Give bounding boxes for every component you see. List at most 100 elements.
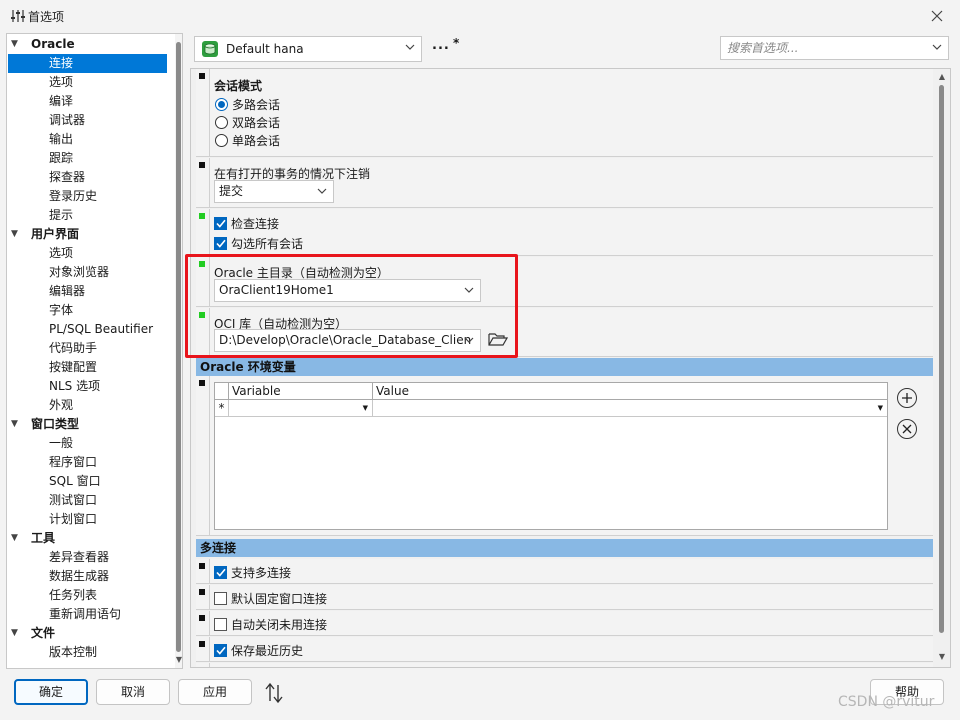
tree-item[interactable]: 编辑器 <box>7 282 175 301</box>
tree-item[interactable]: 重新调用语句 <box>7 605 175 624</box>
tree-item[interactable]: 按键配置 <box>7 358 175 377</box>
tree-item[interactable]: 登录历史 <box>7 187 175 206</box>
search-box[interactable] <box>720 36 949 60</box>
window-title: 首选项 <box>28 10 65 24</box>
tree-item[interactable]: 字体 <box>7 301 175 320</box>
preferences-tree[interactable]: ▼ Oracle 连接 选项 编译 调试器 输出 跟踪 探查器 登录历史 提示 ▼ 用户界面 选项 对象浏览… <box>6 33 183 669</box>
expand-toggle-icon[interactable]: ▼ <box>11 624 23 643</box>
sliders-icon <box>11 10 25 22</box>
apply-button[interactable]: 应用 <box>178 679 252 705</box>
check-option[interactable]: 使用专门实验 <box>214 667 303 668</box>
search-input[interactable] <box>725 39 925 57</box>
multi-connection-header: 多连接 <box>196 539 933 557</box>
tree-item[interactable]: 差异查看器 <box>7 548 175 567</box>
tree-item[interactable]: 输出 <box>7 130 175 149</box>
session-mode-radio[interactable]: 单路会话 <box>215 131 280 149</box>
check-option[interactable]: 保存最近历史 <box>214 641 303 659</box>
ok-button[interactable]: 确定 <box>14 679 88 705</box>
scroll-down-icon[interactable]: ▼ <box>173 654 182 666</box>
tree-scrollbar-thumb[interactable] <box>176 42 181 652</box>
dropdown-arrow-icon[interactable]: ▼ <box>878 400 883 416</box>
tree-item[interactable]: 数据生成器 <box>7 567 175 586</box>
tree-category[interactable]: ▼ 工具 <box>7 529 175 548</box>
tree-item[interactable]: 外观 <box>7 396 175 415</box>
tree-category-label: 窗口类型 <box>31 417 80 431</box>
tree-category-label: 用户界面 <box>31 227 80 241</box>
more-button[interactable]: ... <box>432 38 450 53</box>
tree-category[interactable]: ▼ 文件 <box>7 624 175 643</box>
grid-header-value[interactable]: Value <box>373 383 887 400</box>
settings-scrollbar[interactable]: ▲ ▼ <box>934 69 950 667</box>
env-vars-grid[interactable]: Variable Value * ▼ ▼ <box>214 382 888 530</box>
expand-toggle-icon[interactable]: ▼ <box>11 225 23 244</box>
remove-circle-icon <box>902 424 912 434</box>
tree-item[interactable]: 对象浏览器 <box>7 263 175 282</box>
tree-item[interactable]: NLS 选项 <box>7 377 175 396</box>
check-option[interactable]: 自动关闭未用连接 <box>214 615 327 633</box>
checkbox-icon <box>214 591 227 605</box>
tree-item-label: 对象浏览器 <box>49 265 110 279</box>
tree-item[interactable]: 选项 <box>7 244 175 263</box>
tree-item[interactable]: 探查器 <box>7 168 175 187</box>
logoff-select[interactable]: 提交 <box>214 180 334 203</box>
tree-item-label: 调试器 <box>49 113 86 127</box>
tree-item[interactable]: SQL 窗口 <box>7 472 175 491</box>
check-option[interactable]: 支持多连接 <box>214 563 291 581</box>
dropdown-arrow-icon[interactable]: ▼ <box>363 400 368 416</box>
tree-item[interactable]: 提示 <box>7 206 175 225</box>
tree-item[interactable]: 编译 <box>7 92 175 111</box>
tree-item[interactable]: 调试器 <box>7 111 175 130</box>
tree-item-label: 外观 <box>49 398 74 412</box>
tree-item[interactable]: 程序窗口 <box>7 453 175 472</box>
tree-item[interactable]: 计划窗口 <box>7 510 175 529</box>
tree-category[interactable]: ▼ 用户界面 <box>7 225 175 244</box>
add-variable-button[interactable] <box>897 388 917 408</box>
sort-arrows-icon[interactable] <box>264 681 284 705</box>
cancel-button[interactable]: 取消 <box>96 679 170 705</box>
tree-item-label: 测试窗口 <box>49 493 98 507</box>
checkbox-icon <box>214 236 227 250</box>
setting-marker <box>199 162 205 168</box>
multi-connection-row: 自动关闭未用连接 <box>196 611 933 636</box>
grid-header-variable[interactable]: Variable <box>229 383 373 400</box>
tree-item-label: 登录历史 <box>49 189 98 203</box>
profile-select[interactable]: Default hana <box>194 36 422 62</box>
expand-toggle-icon[interactable]: ▼ <box>11 35 23 54</box>
close-button[interactable] <box>922 4 952 28</box>
tree-category[interactable]: ▼ 窗口类型 <box>7 415 175 434</box>
radio-icon <box>215 115 228 129</box>
tree-scrollbar[interactable]: ▼ <box>173 34 182 668</box>
expand-toggle-icon[interactable]: ▼ <box>11 529 23 548</box>
tree-item-label: 一般 <box>49 436 74 450</box>
tree-item[interactable]: PL/SQL Beautifier <box>7 320 175 339</box>
tree-item-label: 差异查看器 <box>49 550 110 564</box>
check-option[interactable]: 勾选所有会话 <box>214 234 303 252</box>
tree-item[interactable]: 选项 <box>7 73 175 92</box>
session-mode-radio[interactable]: 双路会话 <box>215 113 280 131</box>
radio-icon <box>215 133 228 147</box>
scroll-up-icon[interactable]: ▲ <box>936 71 948 83</box>
variable-cell[interactable]: ▼ <box>229 400 373 417</box>
tree-item[interactable]: 连接 <box>8 54 167 73</box>
tree-item[interactable]: 一般 <box>7 434 175 453</box>
expand-toggle-icon[interactable]: ▼ <box>11 415 23 434</box>
check-option[interactable]: 检查连接 <box>214 214 279 232</box>
chevron-down-icon[interactable] <box>932 44 942 51</box>
value-cell[interactable]: ▼ <box>373 400 887 417</box>
more-label: ... <box>432 38 450 53</box>
tree-item-label: 编译 <box>49 94 74 108</box>
scroll-down-icon[interactable]: ▼ <box>936 651 948 663</box>
checkbox-icon <box>214 565 227 579</box>
tree-item[interactable]: 代码助手 <box>7 339 175 358</box>
tree-category[interactable]: ▼ Oracle <box>7 35 175 54</box>
session-mode-radio[interactable]: 多路会话 <box>215 95 280 113</box>
remove-variable-button[interactable] <box>897 419 917 439</box>
tree-item[interactable]: 版本控制 <box>7 643 175 662</box>
check-option[interactable]: 默认固定窗口连接 <box>214 589 327 607</box>
tree-item[interactable]: 测试窗口 <box>7 491 175 510</box>
tree-item[interactable]: 任务列表 <box>7 586 175 605</box>
setting-marker <box>199 641 205 647</box>
settings-scrollbar-thumb[interactable] <box>939 85 944 633</box>
multi-connection-row: 保存最近历史 <box>196 637 933 662</box>
tree-item[interactable]: 跟踪 <box>7 149 175 168</box>
